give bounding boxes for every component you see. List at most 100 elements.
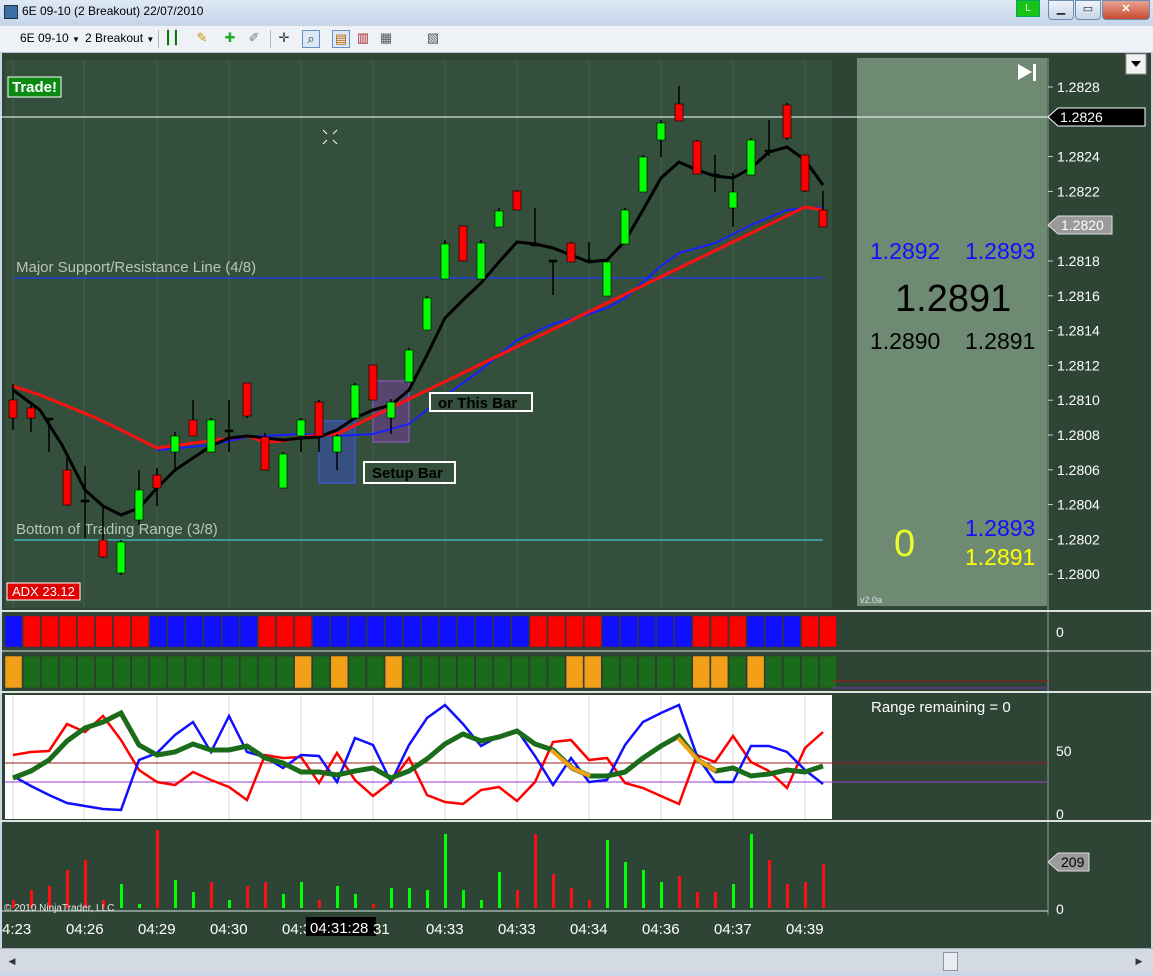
- signal-cell: [312, 655, 330, 689]
- price-tick-label: 1.2828: [1057, 79, 1100, 95]
- position-ask: 1.2893: [965, 515, 1035, 541]
- trend-cell: [746, 615, 765, 648]
- signal-cell: [674, 655, 692, 689]
- trend-cell: [511, 615, 530, 648]
- time-label: 4:23: [2, 921, 31, 938]
- signal-cell: [131, 655, 149, 689]
- candle-body: [116, 541, 126, 574]
- signal-cell: [638, 655, 656, 689]
- ask-price: 1.2893: [965, 238, 1035, 264]
- trend-cell: [59, 615, 77, 648]
- time-label: 04:26: [66, 921, 104, 938]
- volume-bar: [408, 888, 411, 908]
- signal-cell: [457, 655, 475, 689]
- time-label: 04:33: [426, 921, 464, 938]
- trend-cell: [710, 615, 729, 648]
- scroll-right-arrow[interactable]: ▶: [1131, 953, 1147, 969]
- candle-body: [728, 191, 738, 209]
- signal-cell: [366, 655, 385, 689]
- signal-cell: [801, 655, 819, 689]
- trend-cell: [439, 615, 457, 648]
- signal-cell: [185, 655, 204, 689]
- signal-cell: [203, 655, 222, 689]
- price-tick-label: 1.2822: [1057, 183, 1100, 199]
- candle-body: [530, 243, 540, 247]
- time-label: 04:30: [210, 921, 248, 938]
- trend-cell: [22, 615, 41, 648]
- candle-body: [620, 209, 630, 245]
- trend-color-row: [4, 615, 837, 648]
- signal-cell: [40, 655, 59, 689]
- volume-bar: [138, 904, 141, 908]
- volume-bar: [318, 900, 321, 908]
- volume-bar: [642, 870, 645, 908]
- scroll-left-arrow[interactable]: ◀: [4, 953, 20, 969]
- trend-cell: [402, 615, 421, 648]
- horizontal-scrollbar[interactable]: [0, 948, 1153, 973]
- trend-cell: [131, 615, 149, 648]
- price-tick-label: 1.2804: [1057, 497, 1100, 513]
- candle-body: [296, 419, 306, 437]
- volume-bar: [156, 830, 159, 908]
- volume-bar: [534, 834, 537, 908]
- scrollbar-thumb[interactable]: [943, 952, 958, 971]
- copyright: © 2010 NinjaTrader, LLC: [4, 903, 114, 914]
- signal-cell: [728, 655, 747, 689]
- candle-body: [710, 173, 720, 177]
- dropdown-button[interactable]: [1125, 53, 1147, 75]
- candle-body: [566, 242, 576, 263]
- candle-body: [134, 489, 144, 521]
- candle-body: [188, 419, 198, 437]
- position-last: 1.2891: [965, 544, 1035, 570]
- trend-cell: [493, 615, 511, 648]
- candle-body: [242, 382, 252, 417]
- trend-cell: [312, 615, 330, 648]
- volume-bar: [426, 890, 429, 908]
- trend-cell: [728, 615, 747, 648]
- time-label: 04:37: [714, 921, 752, 938]
- volume-bar: [786, 884, 789, 908]
- signal-cell: [583, 655, 602, 689]
- price-marker-last: 1.2820: [1061, 217, 1104, 233]
- signal-cell: [402, 655, 421, 689]
- support-label: Major Support/Resistance Line (4/8): [16, 259, 256, 276]
- trend-cell: [366, 615, 385, 648]
- volume-bar: [624, 862, 627, 908]
- price-tick-label: 1.2802: [1057, 531, 1100, 547]
- osc-tick-0: 0: [1056, 806, 1064, 822]
- candle-body: [170, 435, 180, 453]
- candle-body: [98, 539, 108, 558]
- signal-cell: [113, 655, 131, 689]
- trend-cell: [656, 615, 674, 648]
- version-label: v2.0a: [860, 595, 882, 605]
- signal-cell: [77, 655, 95, 689]
- volume-bar: [462, 890, 465, 908]
- price-tick-label: 1.2824: [1057, 149, 1100, 165]
- time-label: 04:33: [498, 921, 536, 938]
- candle-body: [494, 210, 504, 228]
- candle-body: [350, 384, 360, 419]
- volume-bar: [714, 892, 717, 908]
- signal-cell: [602, 655, 620, 689]
- trend-cell: [77, 615, 95, 648]
- bid-price: 1.2892: [870, 238, 940, 264]
- price-marker-top: 1.2826: [1060, 109, 1103, 125]
- candle-body: [152, 474, 162, 489]
- trend-cell: [547, 615, 566, 648]
- trend-cell: [801, 615, 819, 648]
- signal-cell: [692, 655, 711, 689]
- bottom-range-label: Bottom of Trading Range (3/8): [16, 521, 218, 538]
- signal-cell: [439, 655, 457, 689]
- signal-cell: [656, 655, 674, 689]
- volume-bar: [750, 834, 753, 908]
- trend-cell: [4, 615, 23, 648]
- volume-bar: [732, 884, 735, 908]
- volume-bar: [588, 900, 591, 908]
- time-label: 31: [373, 921, 390, 938]
- signal-cell: [783, 655, 801, 689]
- trend-cell: [602, 615, 620, 648]
- low-ask-price: 1.2891: [965, 328, 1035, 354]
- signal-cell: [167, 655, 186, 689]
- candle-body: [440, 243, 450, 280]
- signal-cell: [330, 655, 349, 689]
